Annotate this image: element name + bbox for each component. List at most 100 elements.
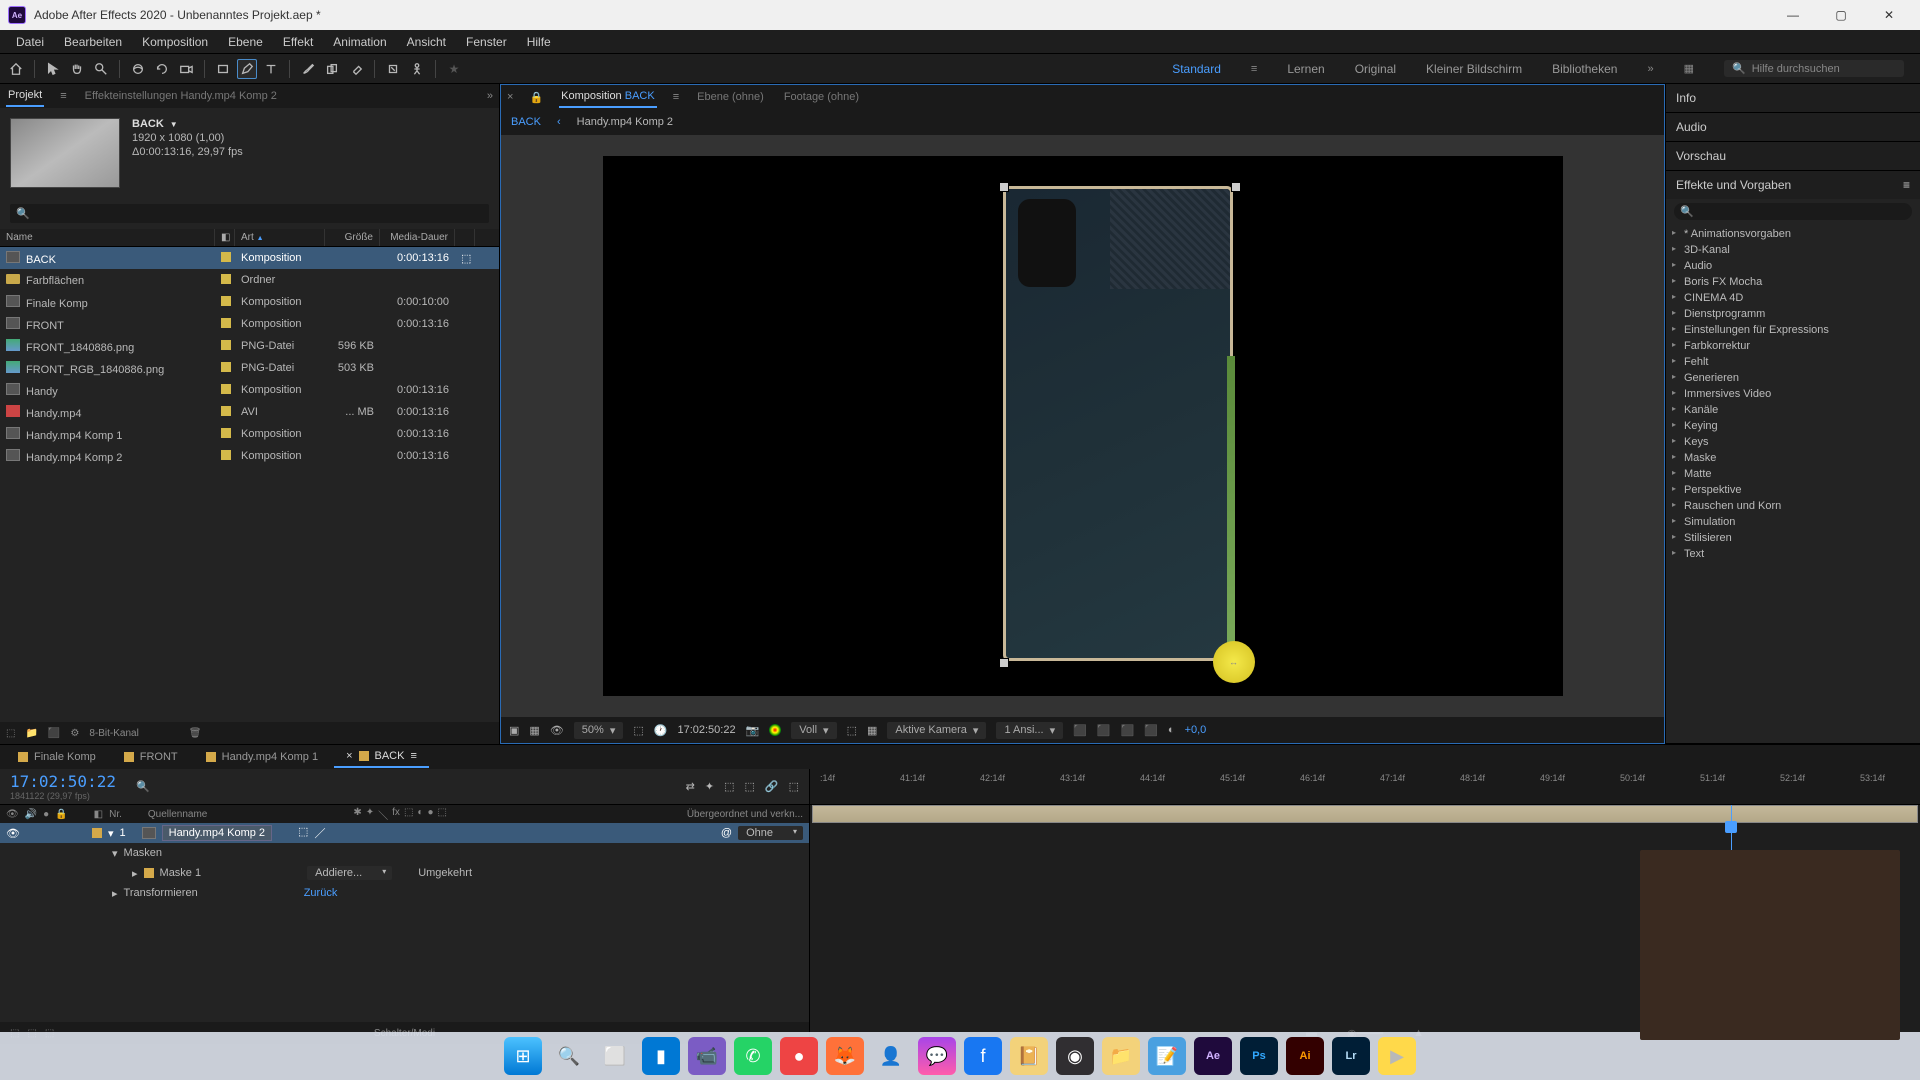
visibility-toggle[interactable]: 👁	[6, 827, 20, 840]
project-item[interactable]: Handy Komposition 0:00:13:16	[0, 379, 499, 401]
project-item[interactable]: FRONT Komposition 0:00:13:16	[0, 313, 499, 335]
mask-icon[interactable]: 👁	[550, 724, 564, 737]
tab-composition[interactable]: Komposition BACK	[559, 86, 657, 108]
workspace-standard[interactable]: Standard	[1172, 62, 1221, 76]
workspace-bibliotheken[interactable]: Bibliotheken	[1552, 62, 1617, 76]
effect-category[interactable]: CINEMA 4D	[1666, 290, 1920, 306]
fx-switch[interactable]: ／	[314, 825, 325, 841]
switch-icon[interactable]: ⬚	[404, 807, 413, 822]
breadcrumb-comp[interactable]: Handy.mp4 Komp 2	[577, 116, 673, 128]
tab-effect-controls[interactable]: Effekteinstellungen Handy.mp4 Komp 2	[83, 86, 279, 106]
rotate-tool-icon[interactable]	[152, 59, 172, 79]
label-color[interactable]	[92, 828, 102, 838]
effect-category[interactable]: Simulation	[1666, 514, 1920, 530]
twirl-icon[interactable]: ▾	[108, 827, 114, 840]
lightroom-icon[interactable]: Lr	[1332, 1037, 1370, 1075]
transparency-icon[interactable]: ▦	[867, 724, 877, 737]
mask-row[interactable]: ▸ Maske 1 Addiere... Umgekehrt	[0, 863, 809, 883]
tl-tab-finale[interactable]: Finale Komp	[6, 747, 108, 767]
close-tab-icon[interactable]: ×	[507, 91, 513, 103]
mask-inverted[interactable]: Umgekehrt	[418, 867, 472, 879]
maximize-button[interactable]: ▢	[1818, 0, 1864, 30]
zoom-dropdown[interactable]: 50% ▾	[574, 722, 624, 739]
menu-animation[interactable]: Animation	[323, 32, 396, 52]
col-size[interactable]: Größe	[325, 229, 380, 246]
twirl-icon[interactable]: ▸	[112, 887, 118, 900]
photoshop-icon[interactable]: Ps	[1240, 1037, 1278, 1075]
workspace-overflow-icon[interactable]: »	[1647, 63, 1653, 75]
switch-icon[interactable]: ＼	[378, 807, 388, 822]
menu-datei[interactable]: Datei	[6, 32, 54, 52]
close-tab-icon[interactable]: ×	[346, 750, 352, 762]
explorer-icon[interactable]: 📁	[1102, 1037, 1140, 1075]
menu-ansicht[interactable]: Ansicht	[397, 32, 456, 52]
col-name[interactable]: Name	[0, 229, 215, 246]
project-item[interactable]: FRONT_RGB_1840886.png PNG-Datei 503 KB	[0, 357, 499, 379]
taskbar-app[interactable]: 📔	[1010, 1037, 1048, 1075]
taskbar-app[interactable]: 👤	[872, 1037, 910, 1075]
rect-tool-icon[interactable]	[213, 59, 233, 79]
tl-icon[interactable]: ⬚	[724, 780, 734, 793]
tl-icon[interactable]: ✦	[705, 780, 714, 793]
whatsapp-icon[interactable]: ✆	[734, 1037, 772, 1075]
effect-category[interactable]: * Animationsvorgaben	[1666, 226, 1920, 242]
switch-icon[interactable]: fx	[392, 807, 400, 822]
mask-name[interactable]: Maske 1	[160, 867, 202, 879]
effect-category[interactable]: Audio	[1666, 258, 1920, 274]
effect-category[interactable]: Dienstprogramm	[1666, 306, 1920, 322]
hand-tool-icon[interactable]	[67, 59, 87, 79]
views-dropdown[interactable]: 1 Ansi... ▾	[996, 722, 1063, 739]
phone-layer[interactable]	[1003, 186, 1233, 661]
tab-layer[interactable]: Ebene (ohne)	[695, 87, 766, 107]
facebook-icon[interactable]: f	[964, 1037, 1002, 1075]
mask-mode-dropdown[interactable]: Addiere...	[307, 866, 392, 880]
twirl-icon[interactable]: ▾	[112, 847, 118, 860]
tl-tab-handy-komp1[interactable]: Handy.mp4 Komp 1	[194, 747, 330, 767]
effect-category[interactable]: Perspektive	[1666, 482, 1920, 498]
exposure-reset-icon[interactable]: ◐	[1168, 724, 1175, 736]
transform-group[interactable]: ▸ Transformieren Zurück	[0, 883, 809, 903]
messenger-icon[interactable]: 💬	[918, 1037, 956, 1075]
effect-category[interactable]: Rauschen und Korn	[1666, 498, 1920, 514]
start-button[interactable]: ⊞	[504, 1037, 542, 1075]
workspace-menu-icon[interactable]: ≡	[1251, 63, 1257, 75]
label-icon[interactable]: ◧	[94, 809, 103, 820]
time-icon[interactable]: 🕐	[654, 724, 668, 737]
fast-preview-icon[interactable]: ⬛	[1144, 724, 1158, 737]
camera-tool-icon[interactable]	[176, 59, 196, 79]
project-item[interactable]: Handy.mp4 AVI ... MB 0:00:13:16	[0, 401, 499, 423]
switch-icon[interactable]: ✱	[353, 807, 361, 822]
switch-icon[interactable]: ⬚	[437, 807, 446, 822]
taskbar-search-icon[interactable]: 🔍	[550, 1037, 588, 1075]
viewport[interactable]: ↔	[501, 135, 1664, 717]
workspace-grid-icon[interactable]: ▦	[1684, 62, 1694, 75]
mask-handle[interactable]	[999, 182, 1009, 192]
grid-icon[interactable]: ▦	[529, 724, 539, 737]
tl-icon[interactable]: 🔗	[765, 780, 779, 793]
task-view-icon[interactable]: ⬜	[596, 1037, 634, 1075]
renderer-icon[interactable]: ⬛	[1121, 724, 1135, 737]
exposure-value[interactable]: +0,0	[1185, 724, 1207, 736]
panel-overflow-icon[interactable]: »	[487, 90, 493, 102]
brush-tool-icon[interactable]	[298, 59, 318, 79]
parent-dropdown[interactable]: Ohne	[738, 826, 803, 840]
trash-icon[interactable]: 🗑	[189, 728, 202, 739]
after-effects-icon[interactable]: Ae	[1194, 1037, 1232, 1075]
project-search[interactable]: 🔍	[10, 204, 489, 223]
new-folder-icon[interactable]: 📁	[25, 728, 37, 739]
alpha-icon[interactable]: ▣	[509, 724, 519, 737]
help-search[interactable]: 🔍 Hilfe durchsuchen	[1724, 60, 1904, 77]
channel-icon[interactable]	[769, 724, 781, 736]
col-dur[interactable]: Media-Dauer	[380, 229, 455, 246]
project-item[interactable]: FRONT_1840886.png PNG-Datei 596 KB	[0, 335, 499, 357]
taskbar-app[interactable]: ▮	[642, 1037, 680, 1075]
puppet-tool-icon[interactable]	[407, 59, 427, 79]
taskbar-app[interactable]: 📝	[1148, 1037, 1186, 1075]
tl-tab-back[interactable]: ×BACK ≡	[334, 746, 429, 768]
effect-category[interactable]: Stilisieren	[1666, 530, 1920, 546]
home-icon[interactable]	[6, 59, 26, 79]
menu-effekt[interactable]: Effekt	[273, 32, 323, 52]
effect-category[interactable]: Text	[1666, 546, 1920, 562]
tab-footage[interactable]: Footage (ohne)	[782, 87, 861, 107]
workspace-kleiner[interactable]: Kleiner Bildschirm	[1426, 62, 1522, 76]
